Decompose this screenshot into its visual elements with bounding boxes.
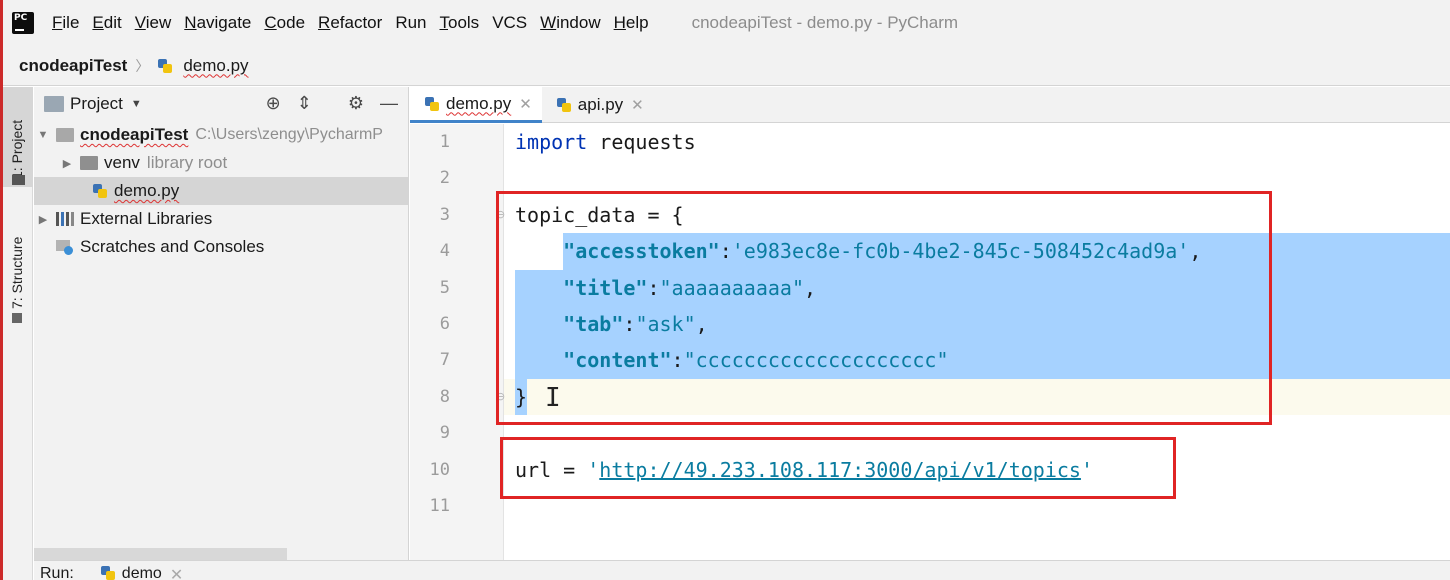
tree-item-label: cnodeapiTest bbox=[80, 125, 189, 144]
tree-item-venv[interactable]: ▶ venv library root bbox=[34, 149, 408, 177]
close-icon[interactable]: ✕ bbox=[519, 95, 532, 113]
menu-code[interactable]: Code bbox=[264, 13, 305, 33]
python-file-icon bbox=[92, 183, 108, 199]
line-number: 7 bbox=[439, 350, 450, 371]
code-line-1: import requests bbox=[515, 130, 696, 154]
folder-icon bbox=[56, 128, 74, 142]
annotation-box-url bbox=[500, 437, 1176, 499]
tab-demo-py[interactable]: demo.py ✕ bbox=[410, 87, 542, 123]
close-icon[interactable]: ✕ bbox=[170, 565, 183, 580]
breadcrumb-file[interactable]: demo.py bbox=[183, 56, 248, 76]
menu-bar: PC File Edit View Navigate Code Refactor… bbox=[3, 0, 1450, 46]
collapse-all-icon[interactable]: ⇕ bbox=[297, 93, 312, 114]
collapse-arrow-icon[interactable]: ▶ bbox=[36, 213, 50, 226]
line-number: 4 bbox=[439, 241, 450, 262]
line-number: 6 bbox=[439, 313, 450, 334]
folder-icon bbox=[12, 175, 25, 185]
tree-item-label: venv bbox=[104, 153, 140, 172]
minimize-icon[interactable]: — bbox=[380, 93, 398, 114]
project-view-selector[interactable]: Project bbox=[70, 94, 123, 114]
line-number: 3 bbox=[439, 204, 450, 225]
python-file-icon bbox=[424, 96, 440, 112]
chevron-down-icon[interactable]: ▼ bbox=[131, 98, 142, 110]
annotation-box-topic-data bbox=[496, 191, 1272, 425]
menu-window[interactable]: Window bbox=[540, 13, 600, 33]
project-panel-header: Project ▼ ⊕ ⇕ ⚙ — bbox=[34, 87, 408, 121]
left-tool-strip: 1: Project 7: Structure bbox=[3, 87, 33, 580]
project-view-icon bbox=[44, 96, 64, 112]
line-number: 11 bbox=[429, 495, 450, 516]
tool-window-project-label: 1: Project bbox=[9, 119, 25, 179]
tree-item-project-root[interactable]: ▼ cnodeapiTest C:\Users\zengy\PycharmP bbox=[34, 121, 408, 149]
locate-icon[interactable]: ⊕ bbox=[266, 93, 281, 114]
breadcrumb-project[interactable]: cnodeapiTest bbox=[19, 56, 127, 76]
tree-item-hint: library root bbox=[146, 153, 228, 172]
collapse-arrow-icon[interactable]: ▶ bbox=[60, 157, 74, 170]
menu-tools[interactable]: Tools bbox=[440, 13, 480, 33]
tree-item-label: demo.py bbox=[114, 181, 180, 200]
run-label: Run: bbox=[40, 565, 74, 580]
tab-label: demo.py bbox=[446, 93, 512, 113]
line-number: 2 bbox=[439, 168, 450, 189]
expand-arrow-icon[interactable]: ▼ bbox=[36, 129, 50, 141]
menu-refactor[interactable]: Refactor bbox=[318, 13, 382, 33]
line-number: 10 bbox=[429, 459, 450, 480]
tab-label: api.py bbox=[577, 95, 624, 114]
breadcrumb: cnodeapiTest 〉 demo.py bbox=[3, 46, 1450, 86]
tab-api-py[interactable]: api.py ✕ bbox=[542, 87, 654, 123]
run-tool-window-bar: Run: demo ✕ bbox=[34, 560, 1450, 580]
tree-item-scratches[interactable]: Scratches and Consoles bbox=[34, 233, 408, 261]
window-title: cnodeapiTest - demo.py - PyCharm bbox=[691, 13, 959, 32]
line-number: 5 bbox=[439, 277, 450, 298]
project-panel-scrollbar[interactable] bbox=[34, 548, 287, 560]
tree-item-path: C:\Users\zengy\PycharmP bbox=[195, 126, 383, 143]
menu-edit[interactable]: Edit bbox=[92, 13, 121, 33]
chevron-right-icon: 〉 bbox=[135, 57, 150, 74]
run-config-tab[interactable]: demo bbox=[122, 565, 162, 580]
menu-navigate[interactable]: Navigate bbox=[184, 13, 251, 33]
library-icon bbox=[56, 212, 74, 226]
line-number: 9 bbox=[439, 423, 450, 444]
close-icon[interactable]: ✕ bbox=[631, 96, 644, 114]
line-numbers: 1 2 3 4 5 6 7 8 9 10 11 bbox=[410, 124, 450, 524]
line-number: 8 bbox=[439, 386, 450, 407]
project-panel: Project ▼ ⊕ ⇕ ⚙ — ▼ cnodeapiTest C:\User… bbox=[34, 87, 409, 560]
menu-run[interactable]: Run bbox=[395, 13, 426, 33]
editor-gutter: 1 2 3 4 5 6 7 8 9 10 11 ⊖ ⊖ bbox=[410, 124, 505, 560]
menu-file[interactable]: File bbox=[52, 13, 79, 33]
tool-window-project-button[interactable]: 1: Project bbox=[3, 87, 33, 187]
tree-item-demo-py[interactable]: demo.py bbox=[34, 177, 408, 205]
tree-item-external-libraries[interactable]: ▶ External Libraries bbox=[34, 205, 408, 233]
line-number: 1 bbox=[439, 132, 450, 152]
folder-icon bbox=[80, 156, 98, 170]
menu-vcs[interactable]: VCS bbox=[492, 13, 527, 33]
pycharm-logo-icon: PC bbox=[9, 9, 34, 34]
python-file-icon bbox=[157, 58, 173, 74]
scratches-icon bbox=[56, 239, 74, 255]
structure-icon bbox=[12, 313, 22, 323]
gear-icon[interactable]: ⚙ bbox=[348, 93, 364, 114]
python-file-icon bbox=[556, 97, 572, 113]
tool-window-structure-button[interactable]: 7: Structure bbox=[9, 219, 25, 309]
tree-item-label: External Libraries bbox=[80, 209, 213, 228]
tree-item-label: Scratches and Consoles bbox=[80, 237, 265, 256]
menu-view[interactable]: View bbox=[135, 13, 172, 33]
editor-tab-bar: demo.py ✕ api.py ✕ bbox=[410, 87, 1450, 123]
python-file-icon bbox=[100, 565, 116, 580]
code-editor[interactable]: 1 2 3 4 5 6 7 8 9 10 11 ⊖ ⊖ import reque… bbox=[410, 124, 1450, 560]
menu-help[interactable]: Help bbox=[614, 13, 649, 33]
